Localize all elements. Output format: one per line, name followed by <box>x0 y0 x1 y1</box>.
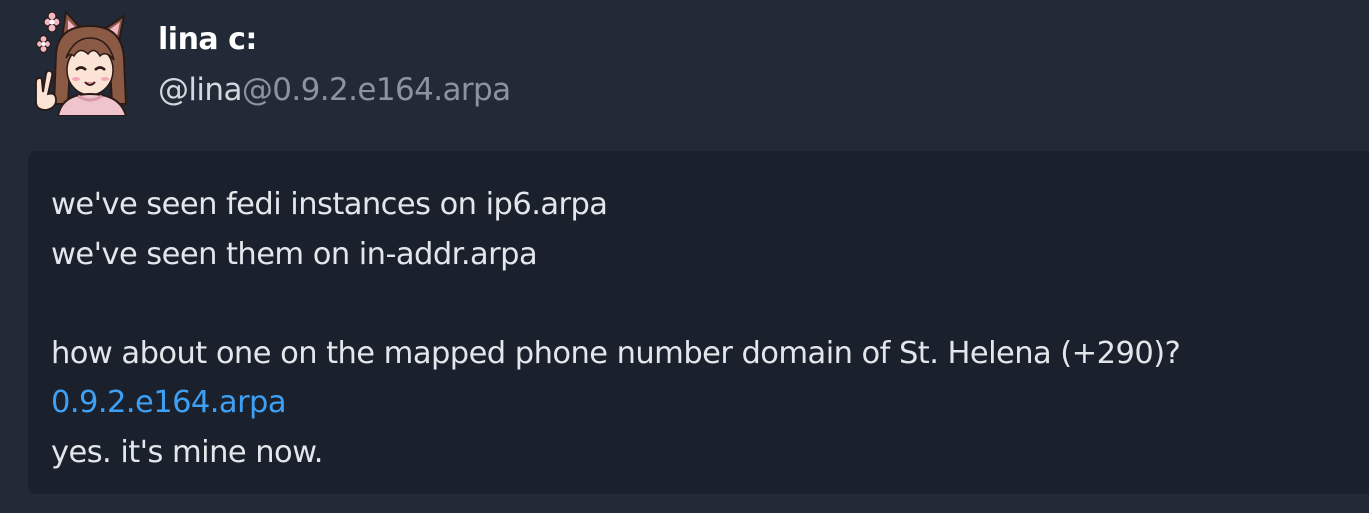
avatar[interactable] <box>28 8 136 116</box>
post-body: we've seen fedi instances on ip6.arpa we… <box>28 151 1369 494</box>
anime-cat-girl-avatar-icon <box>35 9 128 116</box>
display-name[interactable]: lina c: <box>158 22 257 57</box>
post-line: how about one on the mapped phone number… <box>51 335 1181 371</box>
account-handle[interactable]: @lina@0.9.2.e164.arpa <box>158 72 511 108</box>
handle-user: @lina <box>158 72 242 108</box>
handle-domain: @0.9.2.e164.arpa <box>241 72 511 108</box>
post-line: yes. it's mine now. <box>51 434 323 470</box>
domain-link[interactable]: 0.9.2.e164.arpa <box>51 385 287 420</box>
post-line <box>51 279 1180 329</box>
post-text: we've seen fedi instances on ip6.arpa we… <box>51 180 1181 477</box>
post-line: we've seen fedi instances on ip6.arpa <box>51 187 608 222</box>
post-line: we've seen them on in-addr.arpa <box>51 236 538 272</box>
